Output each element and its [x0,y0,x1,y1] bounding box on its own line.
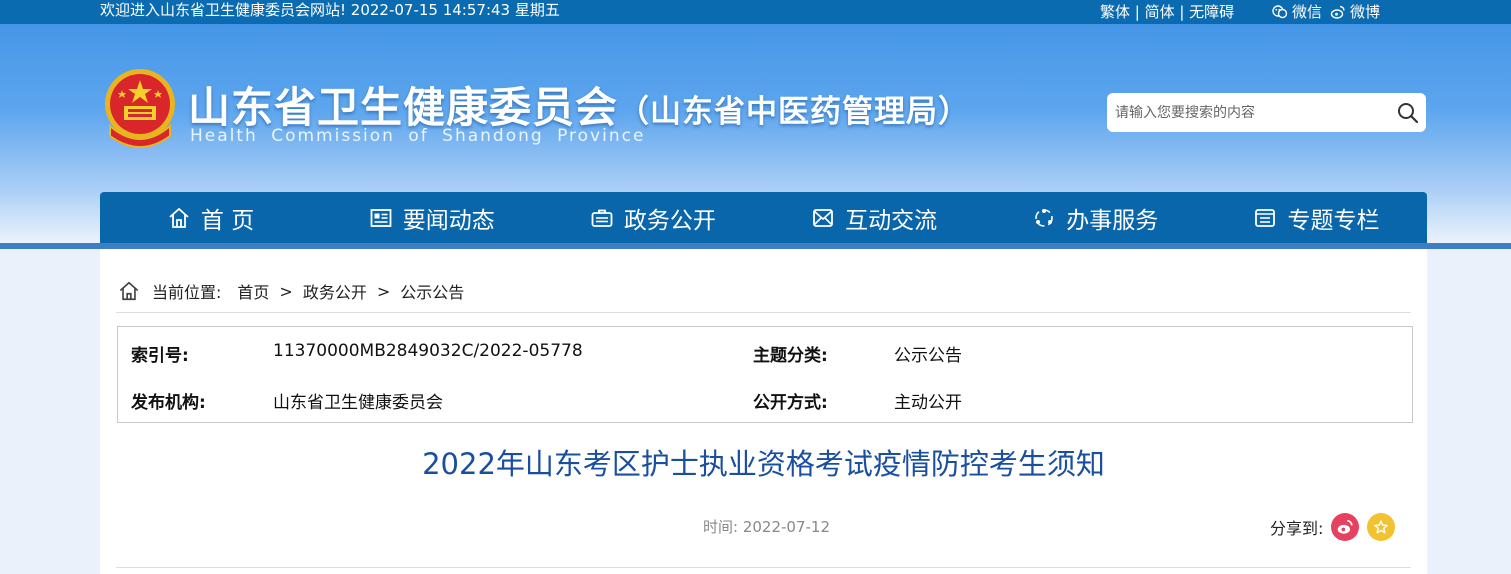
national-emblem-icon [105,69,175,148]
breadcrumb-separator: > [376,281,391,301]
nav-item-topics[interactable]: 专题专栏 [1206,192,1427,244]
nav-item-label: 要闻动态 [402,208,495,234]
nav-item-label: 专题专栏 [1287,208,1380,234]
nav-item-label: 互动交流 [845,208,938,234]
home-icon[interactable] [118,280,140,302]
wechat-link[interactable]: 微信 [1292,2,1322,22]
top-bar: 欢迎进入山东省卫生健康委员会网站! 2022-07-15 14:57:43 星期… [0,0,1511,24]
breadcrumb-separator: > [279,281,293,301]
social-links: 微信 微博 [1272,2,1380,22]
service-icon [1035,209,1054,227]
nav-item-home[interactable]: 首 页 [100,192,321,244]
nav-item-interaction[interactable]: 互动交流 [764,192,985,244]
topic-label: 主题分类: [753,346,828,366]
content-panel: 当前位置: 首页 > 政务公开 > 公示公告 索引号: 11370000MB28… [100,249,1427,574]
disclosure-label: 公开方式: [753,393,828,413]
breadcrumb: 当前位置: 首页 > 政务公开 > 公示公告 [118,279,464,303]
topic-icon [1255,209,1276,227]
share-label: 分享到: [1270,519,1324,538]
language-switcher[interactable]: 繁体 | 简体 | 无障碍 [1100,2,1234,22]
site-english-name: Health Commission of Shandong Province [190,126,646,146]
document-meta-table: 索引号: 11370000MB2849032C/2022-05778 主题分类:… [117,326,1413,423]
publish-time: 时间: 2022-07-12 [703,518,830,536]
publisher-value: 山东省卫生健康委员会 [273,393,443,413]
search-input[interactable] [1115,93,1385,132]
nav-item-services[interactable]: 办事服务 [985,192,1206,244]
breadcrumb-link-announcements[interactable]: 公示公告 [400,279,464,303]
wechat-icon[interactable] [1272,4,1288,20]
nav-item-label: 办事服务 [1066,208,1159,234]
index-value: 11370000MB2849032C/2022-05778 [273,341,583,361]
search-icon[interactable] [1396,101,1420,125]
share-bar: 分享到: [1270,513,1396,541]
site-title-sub: （山东省中医药管理局） [618,94,971,130]
weibo-icon [1338,519,1353,534]
breadcrumb-prefix: 当前位置: [152,283,222,302]
share-favorite-button[interactable] [1367,513,1396,541]
briefcase-icon [591,209,613,227]
breadcrumb-link-home[interactable]: 首页 [237,279,269,303]
nav-item-label: 首 页 [200,208,255,234]
search-box [1107,93,1426,132]
divider [116,312,1411,313]
index-label: 索引号: [131,346,189,366]
publisher-label: 发布机构: [131,393,206,413]
weibo-link[interactable]: 微博 [1350,2,1380,22]
welcome-text: 欢迎进入山东省卫生健康委员会网站! 2022-07-15 14:57:43 星期… [100,1,560,19]
article-title: 2022年山东考区护士执业资格考试疫情防控考生须知 [422,447,1105,481]
home-icon [169,207,189,228]
site-title-main: 山东省卫生健康委员会 [188,83,619,132]
disclosure-value: 主动公开 [894,393,962,413]
nav-item-government-affairs[interactable]: 政务公开 [542,192,763,244]
topic-value: 公示公告 [894,346,962,366]
weibo-icon[interactable] [1330,4,1346,20]
nav-item-label: 政务公开 [623,208,716,234]
news-icon [370,209,392,227]
divider [116,567,1411,568]
nav-item-news[interactable]: 要闻动态 [321,192,542,244]
star-icon [1374,520,1389,534]
share-weibo-button[interactable] [1331,513,1360,541]
interaction-icon [813,209,833,227]
main-nav: 首 页 要闻动态 政务公开 互动交流 办事服务 专题专栏 [100,192,1427,244]
breadcrumb-link-government-affairs[interactable]: 政务公开 [303,279,367,303]
